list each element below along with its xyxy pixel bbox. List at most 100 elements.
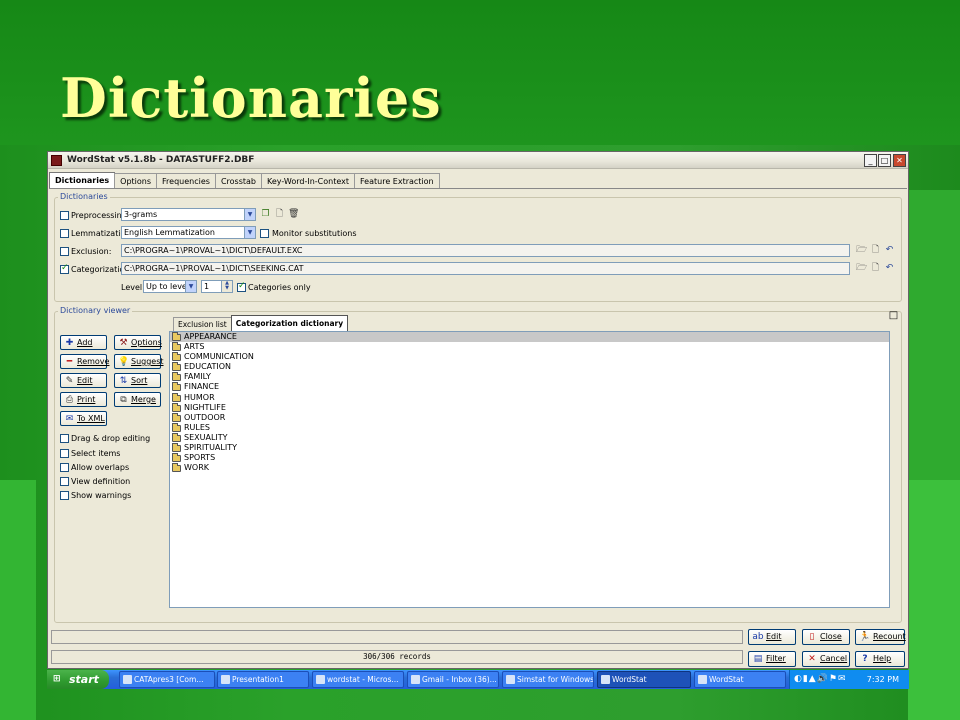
app-icon [601, 675, 610, 684]
print-icon: ⎙ [65, 395, 74, 405]
taskbar-item[interactable]: Gmail - Inbox (36)... [407, 671, 499, 688]
taskbar-item[interactable]: WordStat [597, 671, 691, 688]
list-item[interactable]: SPORTS [170, 453, 889, 463]
edit-button[interactable]: ✎ Edit [60, 373, 107, 388]
tab-frequencies[interactable]: Frequencies [156, 173, 216, 189]
edit-data-button[interactable]: ab Edit [748, 629, 796, 645]
open-icon[interactable]: 🗁 [856, 245, 867, 256]
taskbar-item[interactable]: CATApres3 [Com... [119, 671, 215, 688]
select-items-label: Select items [71, 449, 121, 458]
options-button[interactable]: ⚒ Options [114, 335, 162, 350]
level-stepper[interactable]: 1 ▲ ▼ [201, 280, 233, 293]
main-tabs: Dictionaries Options Frequencies Crossta… [49, 172, 440, 189]
slide-title: Dictionaries [60, 66, 442, 130]
merge-button[interactable]: ⧉ Merge [114, 392, 161, 407]
category-list[interactable]: APPEARANCE ARTS COMMUNICATION EDUCATION … [169, 331, 890, 608]
filter-icon: ▤ [753, 654, 763, 664]
chevron-down-icon[interactable]: ▼ [244, 227, 255, 238]
list-item[interactable]: FAMILY [170, 372, 889, 382]
list-item[interactable]: WORK [170, 463, 889, 473]
tab-exclusion-list[interactable]: Exclusion list [173, 317, 232, 331]
remove-button[interactable]: ━ Remove [60, 354, 109, 369]
view-definition-checkbox[interactable] [60, 477, 69, 486]
chevron-down-icon[interactable]: ▼ [185, 281, 196, 292]
level-mode-select[interactable]: Up to level ▼ [143, 280, 197, 293]
list-item[interactable]: HUMOR [170, 392, 889, 403]
sort-button[interactable]: ⇅ Sort [114, 373, 161, 388]
close-door-icon: ▯ [809, 632, 815, 642]
app-icon [221, 675, 230, 684]
title-bar[interactable]: WordStat v5.1.8b - DATASTUFF2.DBF _ □ ✕ [48, 152, 908, 169]
maximize-button[interactable]: □ [878, 154, 891, 167]
tray-icons[interactable]: ◐▮▲🔊⚑✉ [794, 670, 847, 689]
recount-button[interactable]: 🏃 Recount [855, 629, 906, 645]
taskbar-item[interactable]: Presentation1 [217, 671, 309, 688]
tab-dictionaries[interactable]: Dictionaries [49, 172, 116, 189]
taskbar-item[interactable]: Simstat for Windows [502, 671, 594, 688]
close-window-button[interactable]: ✕ [893, 154, 906, 167]
monitor-substitutions-checkbox[interactable] [260, 229, 269, 238]
minimize-button[interactable]: _ [864, 154, 877, 167]
maximize-viewer-icon[interactable]: □ [888, 310, 899, 321]
print-button[interactable]: ⎙ Print [60, 392, 107, 407]
tab-crosstab[interactable]: Crosstab [214, 173, 262, 189]
new-icon[interactable]: 🗋 [870, 245, 881, 256]
undo-icon[interactable]: ↶ [884, 263, 895, 274]
list-item[interactable]: SEXUALITY [170, 432, 889, 443]
taskbar-item[interactable]: WordStat [694, 671, 786, 688]
cancel-button[interactable]: ✕ Cancel [802, 651, 850, 667]
start-button[interactable]: ⊞ start [47, 670, 109, 689]
tab-kwic[interactable]: Key-Word-In-Context [260, 173, 356, 189]
list-item[interactable]: FINANCE [170, 382, 889, 392]
tab-options[interactable]: Options [114, 173, 158, 189]
xml-icon: ✉ [65, 414, 74, 424]
wordstat-window: WordStat v5.1.8b - DATASTUFF2.DBF _ □ ✕ … [47, 151, 909, 669]
open-icon[interactable]: ❐ [260, 209, 271, 220]
preprocessing-select[interactable]: 3-grams ▼ [121, 208, 256, 221]
delete-icon[interactable]: 🗑 [288, 209, 299, 220]
record-count: 306/306 records [51, 650, 743, 664]
filter-button[interactable]: ▤ Filter [748, 651, 796, 667]
taskbar-item[interactable]: wordstat - Micros... [312, 671, 404, 688]
list-item[interactable]: RULES [170, 422, 889, 433]
categorization-path-field[interactable]: C:\PROGRA~1\PROVAL~1\DICT\SEEKING.CAT [121, 262, 850, 275]
list-item[interactable]: EDUCATION [170, 362, 889, 372]
add-button[interactable]: ✚ Add [60, 335, 107, 350]
list-item[interactable]: NIGHTLIFE [170, 402, 889, 413]
tab-feature-extraction[interactable]: Feature Extraction [354, 173, 440, 189]
stepper-arrows-icon[interactable]: ▲ ▼ [221, 281, 232, 292]
edit-icon: ✎ [65, 376, 74, 386]
close-button[interactable]: ▯ Close [802, 629, 850, 645]
lemmatization-checkbox[interactable] [60, 229, 69, 238]
tab-categorization-dictionary[interactable]: Categorization dictionary [230, 315, 349, 331]
show-warnings-checkbox[interactable] [60, 491, 69, 500]
sort-icon: ⇅ [119, 376, 128, 386]
exclusion-path-field[interactable]: C:\PROGRA~1\PROVAL~1\DICT\DEFAULT.EXC [121, 244, 850, 257]
preprocessing-checkbox[interactable] [60, 211, 69, 220]
chevron-down-icon[interactable]: ▼ [244, 209, 255, 220]
categorization-checkbox[interactable] [60, 263, 69, 274]
new-icon[interactable]: 🗋 [870, 263, 881, 274]
list-item[interactable]: OUTDOOR [170, 412, 889, 423]
open-icon[interactable]: 🗁 [856, 263, 867, 274]
app-icon [506, 675, 515, 684]
to-xml-button[interactable]: ✉ To XML [60, 411, 107, 426]
new-icon[interactable]: 🗋 [274, 209, 285, 220]
drag-drop-checkbox[interactable] [60, 434, 69, 443]
list-item[interactable]: SPIRITUALITY [170, 443, 889, 453]
undo-icon[interactable]: ↶ [884, 245, 895, 256]
folder-icon [172, 402, 181, 412]
list-item[interactable]: APPEARANCE [170, 332, 889, 343]
help-button[interactable]: ? Help [855, 651, 905, 667]
select-items-checkbox[interactable] [60, 449, 69, 458]
merge-icon: ⧉ [120, 395, 127, 405]
categories-only-checkbox[interactable] [237, 281, 246, 292]
allow-overlaps-checkbox[interactable] [60, 463, 69, 472]
list-item[interactable]: COMMUNICATION [170, 352, 889, 362]
exclusion-checkbox[interactable] [60, 247, 69, 256]
lemmatization-select[interactable]: English Lemmatization ▼ [121, 226, 256, 239]
list-item[interactable]: ARTS [170, 342, 889, 352]
folder-icon [172, 342, 181, 352]
slide-decoration-right-lower [908, 480, 960, 720]
suggest-button[interactable]: 💡 Suggest [114, 354, 164, 369]
